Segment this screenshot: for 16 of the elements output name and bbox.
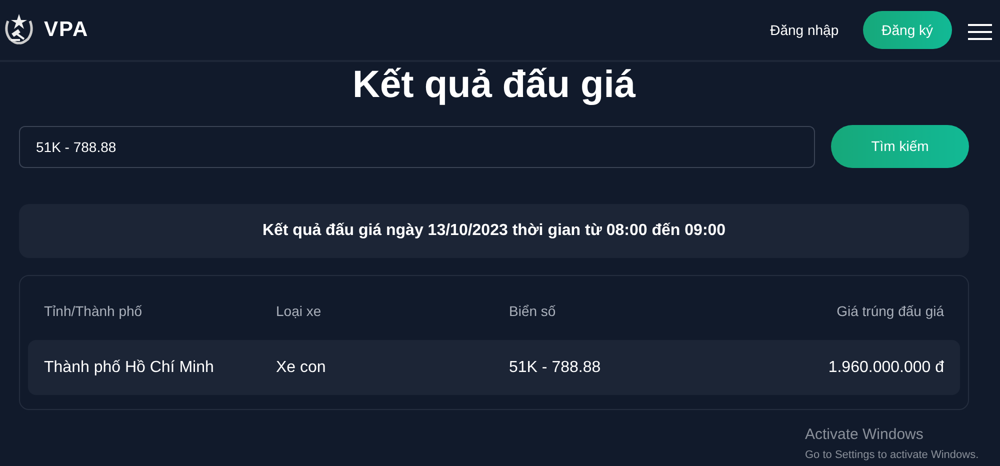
activation-message: Go to Settings to activate Windows. bbox=[805, 448, 979, 462]
table-cell-text: Thành phố Hồ Chí Minh bbox=[44, 358, 215, 378]
table-cell-text: 1.960.000.000 đ bbox=[828, 358, 944, 378]
column-header: Biển số bbox=[509, 302, 557, 320]
page-title: Kết quả đấu giá bbox=[352, 66, 636, 104]
column-header: Tỉnh/Thành phố bbox=[44, 302, 144, 321]
login-link[interactable]: Đăng nhập bbox=[770, 20, 839, 40]
column-header: Giá trúng đấu giá bbox=[836, 302, 944, 321]
logo-text: VPA bbox=[44, 17, 89, 44]
column-header: Loại xe bbox=[276, 302, 322, 320]
search-field[interactable]: 51K - 788.88 bbox=[19, 126, 815, 168]
activation-title: Activate Windows bbox=[805, 425, 924, 445]
table-cell-text: Xe con bbox=[276, 358, 327, 378]
table-cell-text: 51K - 788.88 bbox=[509, 358, 602, 378]
session-info: Kết quả đấu giá ngày 13/10/2023 thời gian từ 08:00 đến 09:00 bbox=[262, 221, 726, 241]
emblem-icon bbox=[2, 13, 36, 47]
